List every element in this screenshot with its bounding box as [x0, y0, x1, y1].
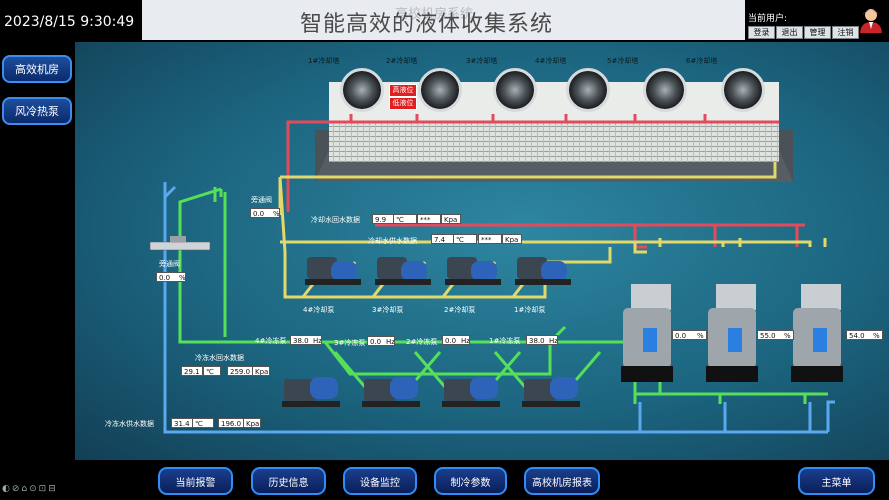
left-sidebar: 高效机房 风冷热泵 — [0, 42, 75, 460]
chilled-return-temp: 29.1 — [181, 366, 203, 376]
tower-label-3: 3#冷却塔 — [466, 57, 498, 65]
tower-fan-3-icon — [493, 68, 537, 112]
cooling-supply-pressure-unit: Kpa — [502, 234, 522, 244]
cooling-supply-label: 冷却水供水数据 — [368, 237, 417, 245]
bypass-valve-left — [149, 236, 211, 251]
freezing-pump-2-label: 2#冷冻泵 — [406, 338, 438, 346]
freezing-pump-3-unit: Hz — [384, 336, 395, 346]
cooling-pump-4-label: 4#冷却泵 — [303, 306, 335, 314]
tower-label-2: 2#冷却塔 — [386, 57, 418, 65]
tower-label-5: 5#冷却塔 — [607, 57, 639, 65]
cooling-return-temp-unit: ℃ — [393, 214, 417, 224]
freezing-pump-4-icon[interactable] — [280, 367, 348, 413]
plant-scene: 1#冷却塔 2#冷却塔 3#冷却塔 4#冷却塔 5#冷却塔 6#冷却塔 高液位 … — [75, 42, 889, 460]
cancel-account-button[interactable]: 注销 — [832, 26, 859, 39]
cooling-supply-temp-unit: ℃ — [453, 234, 477, 244]
freezing-pump-3-label: 3#冷冻泵 — [334, 339, 366, 347]
clock: 2023/8/15 9:30:49 — [4, 14, 135, 30]
title-strip: 高校机房系统 智能高效的液体收集系统 — [142, 0, 745, 40]
chiller-1-unit: % — [695, 330, 707, 340]
chiller-1-icon[interactable] — [615, 278, 679, 388]
freezing-pump-1-icon[interactable] — [520, 367, 588, 413]
cooling-pump-3-icon[interactable] — [373, 247, 437, 293]
nav-current-alarms[interactable]: 当前报警 — [158, 467, 233, 495]
top-bar: 2023/8/15 9:30:49 高校机房系统 智能高效的液体收集系统 当前用… — [0, 0, 889, 42]
chilled-supply-pressure: 196.0 — [218, 418, 244, 428]
nav-room-report[interactable]: 高校机房报表 — [524, 467, 600, 495]
freezing-pump-4-unit: Hz — [311, 335, 322, 345]
nav-cooling-params[interactable]: 制冷参数 — [434, 467, 507, 495]
freezing-pump-4-value: 38.0 — [290, 335, 312, 345]
cooling-pump-3-label: 3#冷却泵 — [372, 306, 404, 314]
low-level-alarm: 低液位 — [389, 97, 417, 110]
login-button[interactable]: 登录 — [748, 26, 775, 39]
chiller-1-load: 0.0 — [672, 330, 696, 340]
high-level-alarm: 高液位 — [389, 84, 417, 97]
chiller-2-load: 55.0 — [757, 330, 783, 340]
cooling-return-pressure: *** — [417, 214, 441, 224]
cooling-return-label: 冷却水回水数据 — [311, 216, 360, 224]
chilled-return-pressure: 259.0 — [227, 366, 253, 376]
chiller-2-icon[interactable] — [700, 278, 764, 388]
tower-fan-5-icon — [643, 68, 687, 112]
freezing-pump-3-icon[interactable] — [360, 367, 428, 413]
nav-device-monitor[interactable]: 设备监控 — [343, 467, 417, 495]
bypass-unit-top: % — [271, 208, 280, 218]
cooling-pump-2-icon[interactable] — [443, 247, 507, 293]
chilled-return-pressure-unit: Kpa — [252, 366, 270, 376]
tower-fan-6-icon — [721, 68, 765, 112]
cooling-return-pressure-unit: Kpa — [441, 214, 461, 224]
chiller-2-unit: % — [782, 330, 794, 340]
cooling-return-temp: 9.9 — [372, 214, 395, 224]
tower-label-4: 4#冷却塔 — [535, 57, 567, 65]
cooling-pump-4-icon[interactable] — [303, 247, 367, 293]
chilled-supply-pressure-unit: Kpa — [243, 418, 261, 428]
cooling-pump-1-icon[interactable] — [513, 247, 577, 293]
bypass-label-left: 旁通阀 — [159, 260, 180, 268]
freezing-pump-1-value: 38.0 — [526, 335, 548, 345]
current-user-label: 当前用户: — [748, 14, 788, 24]
freezing-pump-1-unit: Hz — [547, 335, 558, 345]
chilled-return-label: 冷冻水回水数据 — [195, 354, 244, 362]
logout-button[interactable]: 退出 — [776, 26, 803, 39]
user-avatar-icon[interactable] — [858, 7, 884, 33]
page-title: 智能高效的液体收集系统 — [300, 12, 554, 37]
chilled-supply-label: 冷冻水供水数据 — [105, 420, 154, 428]
tower-fan-2-icon — [418, 68, 462, 112]
chilled-supply-temp: 31.4 — [171, 418, 193, 428]
tower-fan-4-icon — [566, 68, 610, 112]
freezing-pump-2-icon[interactable] — [440, 367, 508, 413]
chilled-supply-temp-unit: ℃ — [192, 418, 214, 428]
chilled-return-temp-unit: ℃ — [203, 366, 221, 376]
bottom-nav: 当前报警 历史信息 设备监控 制冷参数 高校机房报表 主菜单 — [0, 460, 889, 500]
sidebar-item-air-heat-pump[interactable]: 风冷热泵 — [2, 97, 72, 125]
cooling-supply-temp: 7.4 — [431, 234, 455, 244]
sidebar-item-efficient-room[interactable]: 高效机房 — [2, 55, 72, 83]
manage-button[interactable]: 管理 — [804, 26, 831, 39]
tower-label-1: 1#冷却塔 — [308, 57, 340, 65]
cooling-pump-2-label: 2#冷却泵 — [444, 306, 476, 314]
bypass-label-top: 旁通阀 — [251, 196, 272, 204]
chiller-3-load: 54.0 — [846, 330, 872, 340]
freezing-pump-4-label: 4#冷冻泵 — [255, 337, 287, 345]
chiller-3-unit: % — [871, 330, 883, 340]
cooling-pump-1-label: 1#冷却泵 — [514, 306, 546, 314]
nav-main-menu[interactable]: 主菜单 — [798, 467, 875, 495]
freezing-pump-2-unit: Hz — [459, 335, 470, 345]
freezing-pump-1-label: 1#冷冻泵 — [489, 337, 521, 345]
bypass-unit-left: % — [177, 272, 186, 282]
freezing-pump-2-value: 0.0 — [442, 335, 460, 345]
tower-label-6: 6#冷却塔 — [686, 57, 718, 65]
nav-history[interactable]: 历史信息 — [251, 467, 326, 495]
cooling-supply-pressure: *** — [478, 234, 502, 244]
tower-fan-1-icon — [340, 68, 384, 112]
freezing-pump-3-value: 0.0 — [367, 336, 385, 346]
tray-icons[interactable]: ◐⊘⌂⊙⊡⊟ — [2, 484, 58, 494]
chiller-3-icon[interactable] — [785, 278, 849, 388]
